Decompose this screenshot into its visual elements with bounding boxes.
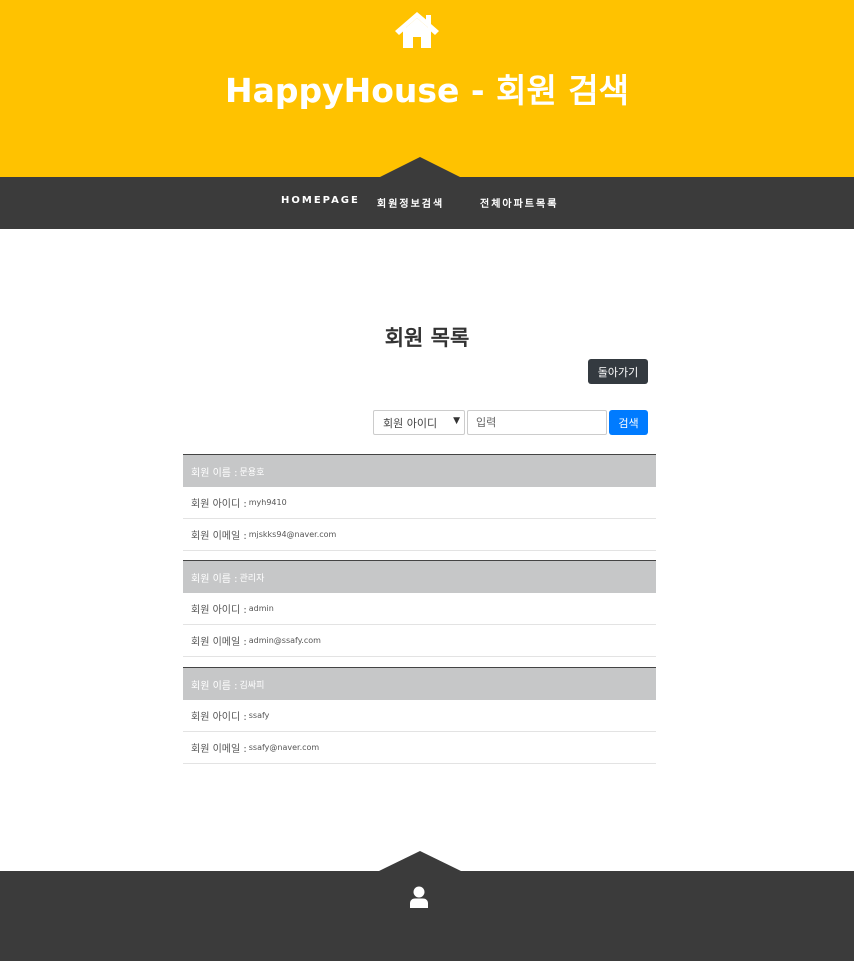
member-id-value: ssafy [248, 711, 270, 720]
search-type-value: 회원 아이디 [383, 416, 438, 430]
member-name-row: 회원 이름 : 김싸피 [183, 667, 656, 700]
member-card: 회원 이름 : 문용호 회원 아이디 : myh9410 회원 이메일 : mj… [183, 454, 656, 551]
member-id-value: admin [248, 604, 274, 613]
member-email-row: 회원 이메일 : mjskks94@naver.com [183, 519, 656, 551]
nav-item-apartment-list[interactable]: 전체아파트목록 [480, 195, 558, 210]
member-name-value: 관리자 [239, 573, 265, 584]
member-name-label: 회원 이름 : [191, 467, 238, 479]
member-id-label: 회원 아이디 : [191, 499, 247, 510]
chevron-down-icon: ▼ [453, 416, 460, 426]
member-id-row: 회원 아이디 : admin [183, 593, 656, 625]
site-footer [0, 871, 854, 961]
member-email-label: 회원 이메일 : [191, 531, 247, 542]
nav-notch [380, 157, 460, 177]
footer-notch [379, 851, 461, 871]
user-icon [410, 886, 428, 908]
member-card: 회원 이름 : 관리자 회원 아이디 : admin 회원 이메일 : admi… [183, 560, 656, 657]
member-id-row: 회원 아이디 : ssafy [183, 700, 656, 732]
member-id-row: 회원 아이디 : myh9410 [183, 487, 656, 519]
back-button[interactable]: 돌아가기 [588, 359, 648, 384]
member-email-value: admin@ssafy.com [248, 636, 321, 645]
member-email-value: mjskks94@naver.com [248, 530, 337, 539]
search-type-select[interactable]: 회원 아이디 ▼ [373, 410, 465, 435]
nav-item-member-search[interactable]: 회원정보검색 [377, 195, 444, 210]
member-name-row: 회원 이름 : 관리자 [183, 560, 656, 593]
member-email-label: 회원 이메일 : [191, 744, 247, 755]
member-name-value: 문용호 [239, 467, 265, 478]
member-name-label: 회원 이름 : [191, 680, 238, 692]
member-id-value: myh9410 [248, 498, 287, 507]
member-id-label: 회원 아이디 : [191, 605, 247, 616]
home-icon [395, 12, 439, 48]
page-title: HappyHouse - 회원 검색 [224, 71, 630, 110]
section-title: 회원 목록 [384, 326, 470, 350]
member-name-row: 회원 이름 : 문용호 [183, 454, 656, 487]
search-input[interactable] [467, 410, 607, 435]
member-id-label: 회원 아이디 : [191, 712, 247, 723]
nav-item-homepage[interactable]: HOMEPAGE [281, 195, 360, 206]
member-email-label: 회원 이메일 : [191, 637, 247, 648]
search-button[interactable]: 검색 [609, 410, 648, 435]
member-email-row: 회원 이메일 : ssafy@naver.com [183, 732, 656, 764]
member-email-row: 회원 이메일 : admin@ssafy.com [183, 625, 656, 657]
member-card: 회원 이름 : 김싸피 회원 아이디 : ssafy 회원 이메일 : ssaf… [183, 667, 656, 764]
member-name-value: 김싸피 [239, 680, 265, 691]
member-email-value: ssafy@naver.com [248, 743, 320, 752]
member-name-label: 회원 이름 : [191, 573, 238, 585]
site-header: HappyHouse - 회원 검색 [0, 0, 854, 177]
